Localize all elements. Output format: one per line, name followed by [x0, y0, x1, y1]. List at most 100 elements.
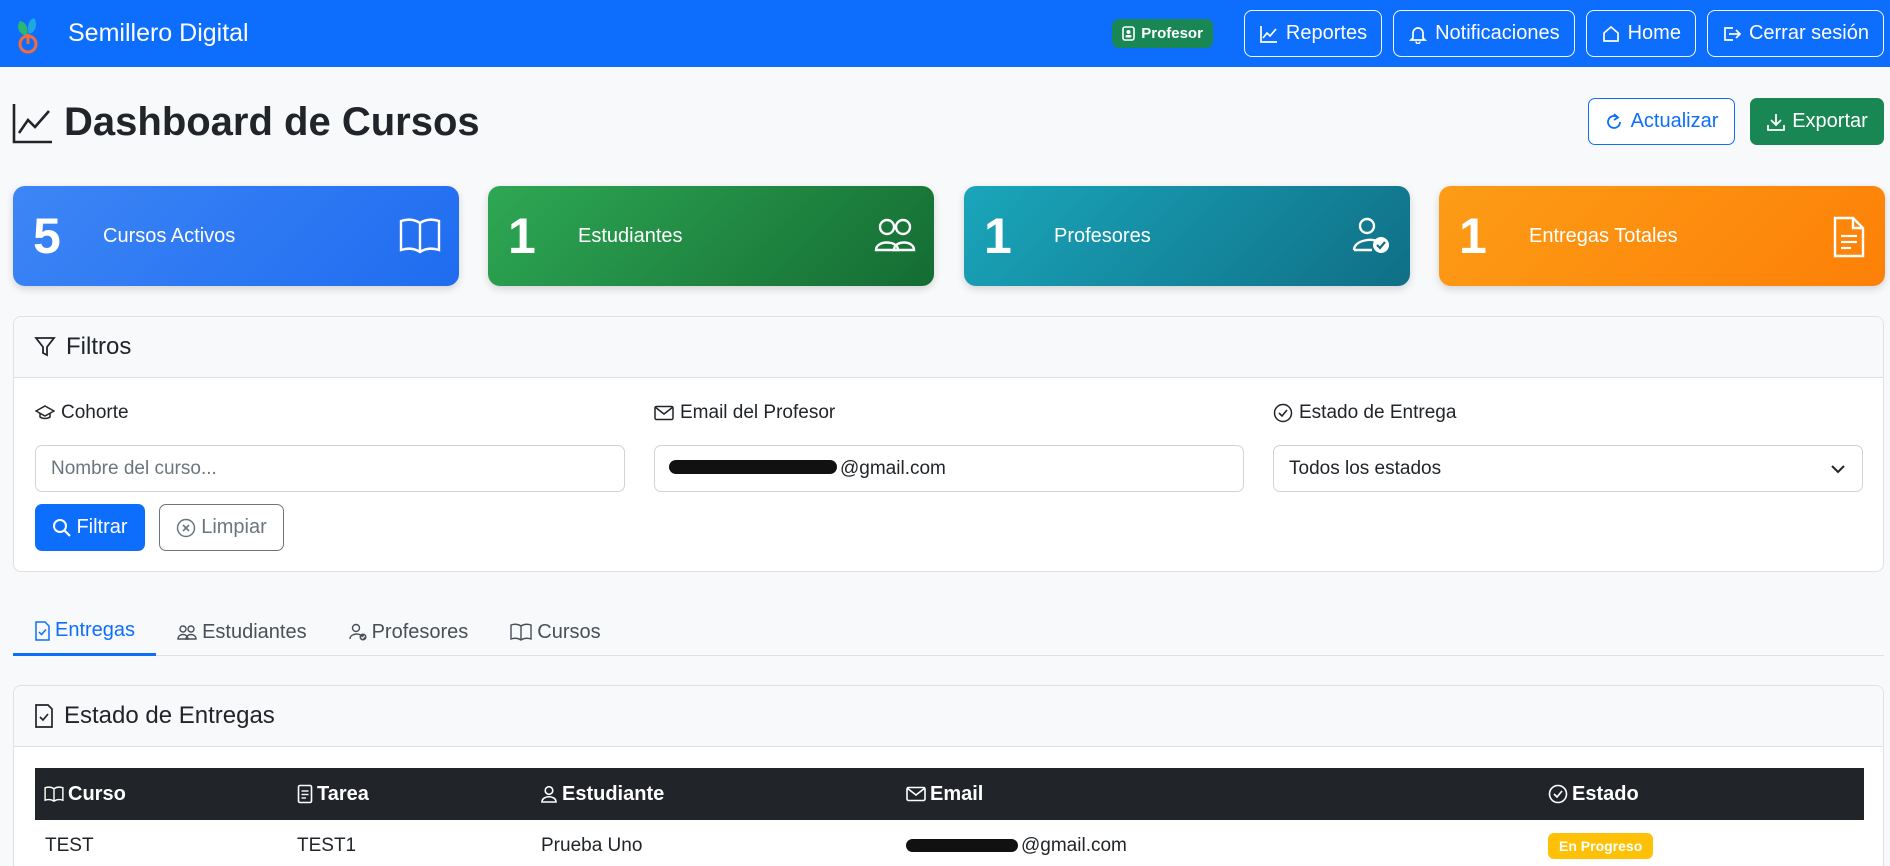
col-label: Tarea [317, 782, 369, 805]
email-field[interactable]: @gmail.com [654, 445, 1244, 492]
tab-bar: Entregas Estudiantes Profesores Cursos [13, 608, 1884, 656]
tab-entregas[interactable]: Entregas [13, 608, 157, 656]
col-estado[interactable]: Estado [1548, 768, 1639, 820]
tab-label: Profesores [371, 620, 469, 643]
col-label: Estudiante [562, 782, 665, 805]
book-icon [44, 786, 64, 802]
page-header: Dashboard de Cursos [12, 100, 480, 145]
col-label: Curso [68, 782, 126, 805]
people-icon [177, 625, 197, 640]
stat-label: Cursos Activos [103, 224, 236, 247]
role-badge: Profesor [1112, 19, 1213, 48]
estado-selected: Todos los estados [1289, 457, 1442, 479]
brand[interactable]: Semillero Digital [14, 14, 249, 54]
entregas-table: Curso Tarea Estudiante Email Estado TEST… [35, 768, 1864, 866]
estado-select[interactable]: Todos los estados [1273, 445, 1863, 492]
refresh-icon [1606, 112, 1621, 129]
refresh-label: Actualizar [1630, 110, 1719, 132]
stat-value: 1 [508, 208, 536, 264]
chevron-down-icon [1831, 465, 1845, 474]
entregas-title: Estado de Entregas [64, 702, 275, 729]
redaction-mark [906, 839, 1018, 852]
col-label: Estado [1572, 782, 1639, 805]
estado-label-text: Estado de Entrega [1299, 402, 1457, 423]
book-icon [399, 218, 441, 254]
cell-curso: TEST [45, 835, 94, 856]
tab-label: Cursos [537, 620, 601, 643]
home-button[interactable]: Home [1585, 10, 1696, 57]
cell-tarea: TEST1 [297, 835, 357, 856]
home-label: Home [1627, 22, 1681, 44]
tab-label: Estudiantes [202, 620, 307, 643]
filter-button[interactable]: Filtrar [35, 504, 145, 551]
cohorte-label-text: Cohorte [61, 402, 129, 423]
stat-card-profesores: 1 Profesores [964, 186, 1410, 286]
stat-label: Estudiantes [578, 224, 683, 247]
col-tarea[interactable]: Tarea [297, 768, 369, 820]
filter-label: Filtrar [76, 516, 128, 538]
seedling-logo-icon [18, 17, 38, 53]
envelope-icon [906, 786, 926, 802]
file-check-icon [35, 620, 50, 641]
stat-value: 5 [33, 208, 61, 264]
export-button[interactable]: Exportar [1750, 98, 1884, 145]
redaction-mark [669, 460, 837, 474]
house-icon [1602, 25, 1619, 42]
check-circle-icon [1548, 784, 1568, 804]
bell-icon [1409, 26, 1428, 44]
reportes-button[interactable]: Reportes [1243, 10, 1383, 57]
people-icon [874, 218, 916, 252]
cohorte-placeholder: Nombre del curso... [51, 457, 217, 479]
cohorte-label: Cohorte [35, 400, 625, 426]
table-header: Curso Tarea Estudiante Email Estado [35, 768, 1864, 820]
email-group: Email del Profesor @gmail.com [654, 400, 1244, 492]
search-icon [53, 518, 72, 537]
filters-header: Filtros [14, 317, 1883, 378]
col-email[interactable]: Email [906, 768, 983, 820]
status-badge: En Progreso [1548, 833, 1654, 859]
logout-label: Cerrar sesión [1748, 22, 1869, 44]
stat-card-entregas: 1 Entregas Totales [1439, 186, 1885, 286]
stat-label: Entregas Totales [1529, 224, 1678, 247]
download-icon [1767, 113, 1786, 131]
page-title: Dashboard de Cursos [64, 100, 480, 144]
file-text-icon [297, 784, 313, 804]
file-check-icon [35, 704, 53, 728]
stat-card-estudiantes: 1 Estudiantes [488, 186, 934, 286]
logout-button[interactable]: Cerrar sesión [1706, 10, 1884, 57]
mortarboard-icon [35, 405, 55, 420]
x-circle-icon [176, 518, 196, 537]
tab-cursos[interactable]: Cursos [489, 608, 621, 656]
person-check-icon [348, 623, 367, 641]
col-curso[interactable]: Curso [44, 768, 126, 820]
logout-icon [1724, 26, 1742, 41]
col-label: Email [930, 782, 984, 805]
email-label-text: Email del Profesor [680, 402, 836, 423]
estado-group: Estado de Entrega Todos los estados [1273, 400, 1863, 492]
funnel-icon [34, 337, 56, 357]
table-row[interactable]: TEST TEST1 Prueba Uno @gmail.com En Prog… [35, 820, 1864, 866]
id-badge-icon [1122, 26, 1136, 41]
person-icon [541, 785, 557, 803]
cohorte-input[interactable]: Nombre del curso... [35, 445, 625, 492]
cell-estudiante: Prueba Uno [541, 835, 643, 856]
tab-profesores[interactable]: Profesores [328, 608, 490, 656]
clear-button[interactable]: Limpiar [159, 504, 284, 551]
cell-email-value: @gmail.com [1021, 835, 1127, 856]
cell-email: @gmail.com [906, 835, 1127, 856]
entregas-card: Estado de Entregas Curso Tarea Estudiant… [13, 685, 1884, 866]
stat-card-cursos: 5 Cursos Activos [13, 186, 459, 286]
refresh-button[interactable]: Actualizar [1588, 98, 1735, 145]
brand-name: Semillero Digital [68, 19, 249, 47]
col-estudiante[interactable]: Estudiante [540, 768, 664, 820]
stat-label: Profesores [1054, 224, 1151, 247]
book-icon [510, 623, 532, 641]
entregas-header: Estado de Entregas [14, 686, 1883, 747]
notificaciones-button[interactable]: Notificaciones [1393, 10, 1575, 57]
notificaciones-label: Notificaciones [1435, 22, 1560, 44]
clear-label: Limpiar [201, 516, 267, 538]
email-field-value: @gmail.com [840, 457, 946, 479]
top-navbar: Semillero Digital Profesor Reportes Noti… [0, 0, 1890, 67]
tab-estudiantes[interactable]: Estudiantes [156, 608, 328, 656]
envelope-icon [654, 405, 674, 421]
